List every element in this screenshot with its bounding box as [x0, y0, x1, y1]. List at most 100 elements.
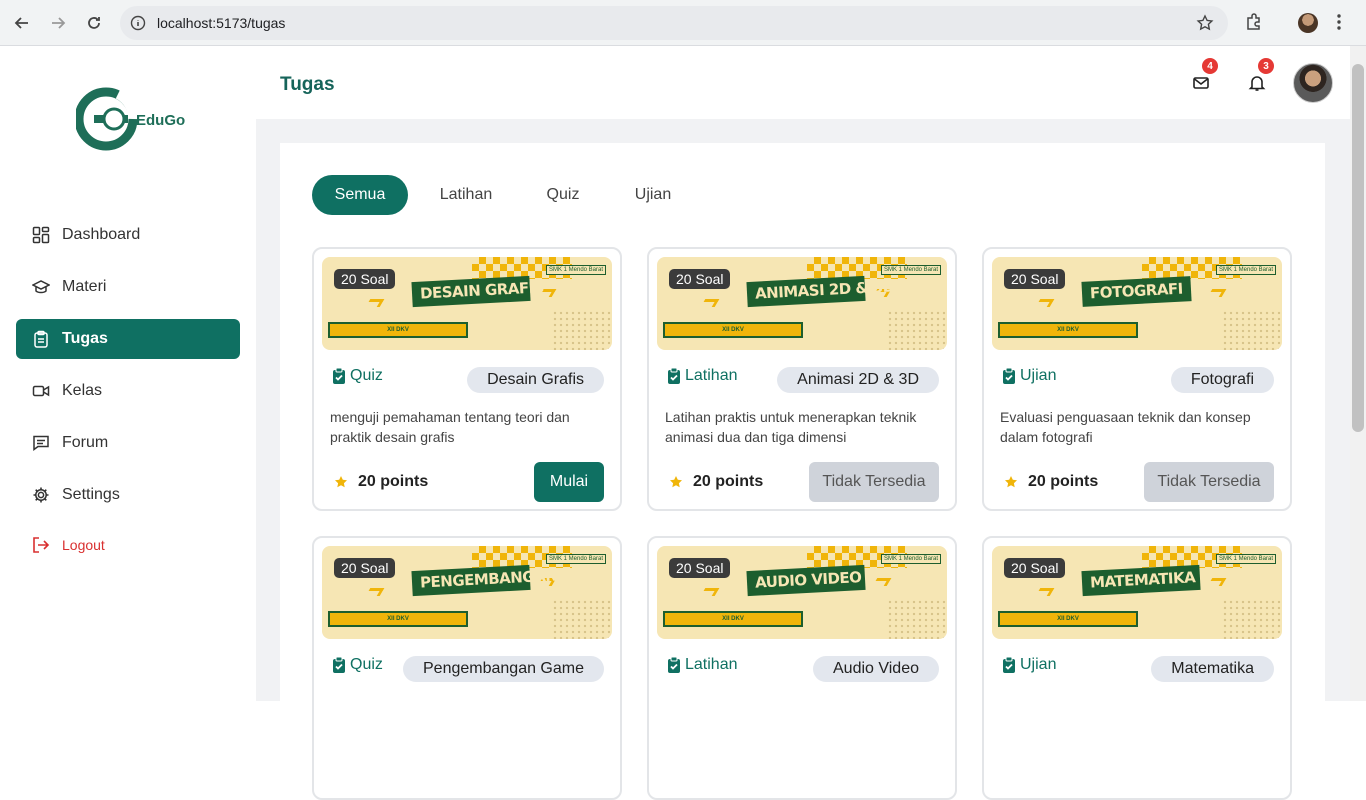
task-type-label: Latihan [685, 367, 738, 384]
star-icon [335, 476, 347, 488]
banner-dots-pattern [552, 310, 612, 350]
main-content: Tugas 4 3 Semua Latihan Quiz Ujian SMK 1… [256, 46, 1350, 800]
sidebar-item-logout[interactable]: Logout [16, 525, 240, 565]
banner-school-label: SMK 1 Mendo Barat [880, 265, 941, 275]
banner-spark-shape [872, 578, 892, 586]
task-type-label: Quiz [350, 656, 383, 673]
task-banner-image: SMK 1 Mendo Barat Audio Video XII DKV 20… [657, 546, 947, 639]
banner-title: Audio Video [746, 564, 866, 596]
banner-school-label: SMK 1 Mendo Barat [545, 265, 606, 275]
banner-spark-shape [700, 588, 720, 596]
banner-dots-pattern [1222, 599, 1282, 639]
task-card[interactable]: SMK 1 Mendo Barat Matematika XII DKV 20 … [982, 536, 1292, 800]
task-card[interactable]: SMK 1 Mendo Barat Fotografi XII DKV 20 S… [982, 247, 1292, 511]
banner-spark-shape [365, 299, 385, 307]
address-bar[interactable]: localhost:5173/tugas [120, 6, 1228, 40]
banner-title: Matematika [1081, 564, 1201, 596]
task-type: Quiz [332, 656, 383, 674]
sidebar-item-forum[interactable]: Forum [16, 423, 240, 463]
edugo-logo[interactable]: EduGo [74, 86, 186, 154]
gear-icon [33, 487, 49, 503]
unavailable-button[interactable]: Tidak Tersedia [809, 462, 939, 502]
task-type-label: Ujian [1020, 367, 1057, 384]
banner-dots-pattern [1222, 310, 1282, 350]
task-banner-image: SMK 1 Mendo Barat Animasi 2D & 3D XII DK… [657, 257, 947, 350]
tab-quiz[interactable]: Quiz [530, 175, 596, 215]
mail-button[interactable]: 4 [1192, 58, 1218, 97]
site-info-icon[interactable] [130, 15, 146, 36]
task-type: Ujian [1002, 656, 1056, 674]
subject-tag: Pengembangan Game [403, 656, 604, 682]
task-points: 20 points [1004, 473, 1098, 491]
clipboard-check-icon [333, 656, 345, 673]
graduation-cap-icon [32, 280, 50, 294]
user-avatar[interactable] [1293, 63, 1333, 103]
task-type-label: Quiz [350, 367, 383, 384]
banner-title: Fotografi [1081, 276, 1192, 307]
question-count-badge: 20 Soal [1004, 558, 1066, 578]
notification-button[interactable]: 3 [1248, 58, 1274, 97]
reload-icon[interactable] [83, 12, 105, 34]
task-type: Quiz [332, 367, 383, 385]
url-text[interactable]: localhost:5173/tugas [157, 15, 285, 31]
page-scrollbar[interactable] [1350, 46, 1366, 701]
sidebar-item-label: Forum [62, 434, 109, 451]
task-description: Evaluasi penguasaan teknik dan konsep da… [1000, 409, 1251, 445]
task-type: Latihan [667, 367, 738, 385]
tab-semua[interactable]: Semua [312, 175, 408, 215]
banner-title: Pengembangan Game [411, 564, 609, 596]
tab-ujian[interactable]: Ujian [620, 175, 686, 215]
task-type-label: Ujian [1020, 656, 1057, 673]
task-card[interactable]: SMK 1 Mendo Barat Animasi 2D & 3D XII DK… [647, 247, 957, 511]
question-count-badge: 20 Soal [669, 558, 731, 578]
task-type-label: Latihan [685, 656, 738, 673]
mail-count-badge: 4 [1202, 58, 1218, 74]
clipboard-check-icon [1003, 367, 1015, 384]
star-icon [1005, 476, 1017, 488]
browser-profile-avatar[interactable] [1298, 13, 1318, 33]
task-card[interactable]: SMK 1 Mendo Barat Audio Video XII DKV 20… [647, 536, 957, 800]
banner-class-label: XII DKV [328, 322, 468, 338]
sidebar-item-materi[interactable]: Materi [16, 267, 240, 307]
browser-menu-icon[interactable] [1336, 12, 1342, 37]
task-description: Latihan praktis untuk menerapkan teknik … [665, 409, 917, 445]
sidebar: EduGo Dashboard Materi Tugas Kelas Forum… [0, 46, 256, 701]
clipboard-check-icon [1003, 656, 1015, 673]
task-banner-image: SMK 1 Mendo Barat Desain Grafis XII DKV … [322, 257, 612, 350]
question-count-badge: 20 Soal [334, 269, 396, 289]
task-banner-image: SMK 1 Mendo Barat Matematika XII DKV 20 … [992, 546, 1282, 639]
sidebar-item-label: Materi [62, 278, 107, 295]
start-task-button[interactable]: Mulai [534, 462, 604, 502]
points-label: 20 points [358, 473, 429, 490]
task-card[interactable]: SMK 1 Mendo Barat Desain Grafis XII DKV … [312, 247, 622, 511]
banner-spark-shape [1207, 578, 1227, 586]
bookmark-star-icon[interactable] [1196, 14, 1214, 37]
back-icon[interactable] [11, 12, 33, 34]
sidebar-item-label: Dashboard [62, 226, 141, 243]
extensions-icon[interactable] [1244, 12, 1264, 37]
browser-toolbar: localhost:5173/tugas [0, 0, 1366, 46]
question-count-badge: 20 Soal [1004, 269, 1066, 289]
task-points: 20 points [334, 473, 428, 491]
tab-latihan[interactable]: Latihan [426, 175, 506, 215]
points-label: 20 points [1028, 473, 1099, 490]
sidebar-item-kelas[interactable]: Kelas [16, 371, 240, 411]
sidebar-item-tugas[interactable]: Tugas [16, 319, 240, 359]
task-type: Latihan [667, 656, 738, 674]
banner-class-label: XII DKV [328, 611, 468, 627]
question-count-badge: 20 Soal [334, 558, 396, 578]
notification-count-badge: 3 [1258, 58, 1274, 74]
task-card[interactable]: SMK 1 Mendo Barat Pengembangan Game XII … [312, 536, 622, 800]
banner-school-label: SMK 1 Mendo Barat [545, 554, 606, 564]
subject-tag: Audio Video [813, 656, 939, 682]
banner-school-label: SMK 1 Mendo Barat [1215, 265, 1276, 275]
banner-spark-shape [1207, 289, 1227, 297]
sidebar-item-settings[interactable]: Settings [16, 475, 240, 515]
sidebar-item-label: Kelas [62, 382, 103, 399]
forward-icon[interactable] [47, 12, 69, 34]
brand-name: EduGo [136, 112, 185, 129]
banner-spark-shape [700, 299, 720, 307]
scrollbar-thumb[interactable] [1352, 64, 1364, 432]
unavailable-button[interactable]: Tidak Tersedia [1144, 462, 1274, 502]
sidebar-item-dashboard[interactable]: Dashboard [16, 215, 240, 255]
